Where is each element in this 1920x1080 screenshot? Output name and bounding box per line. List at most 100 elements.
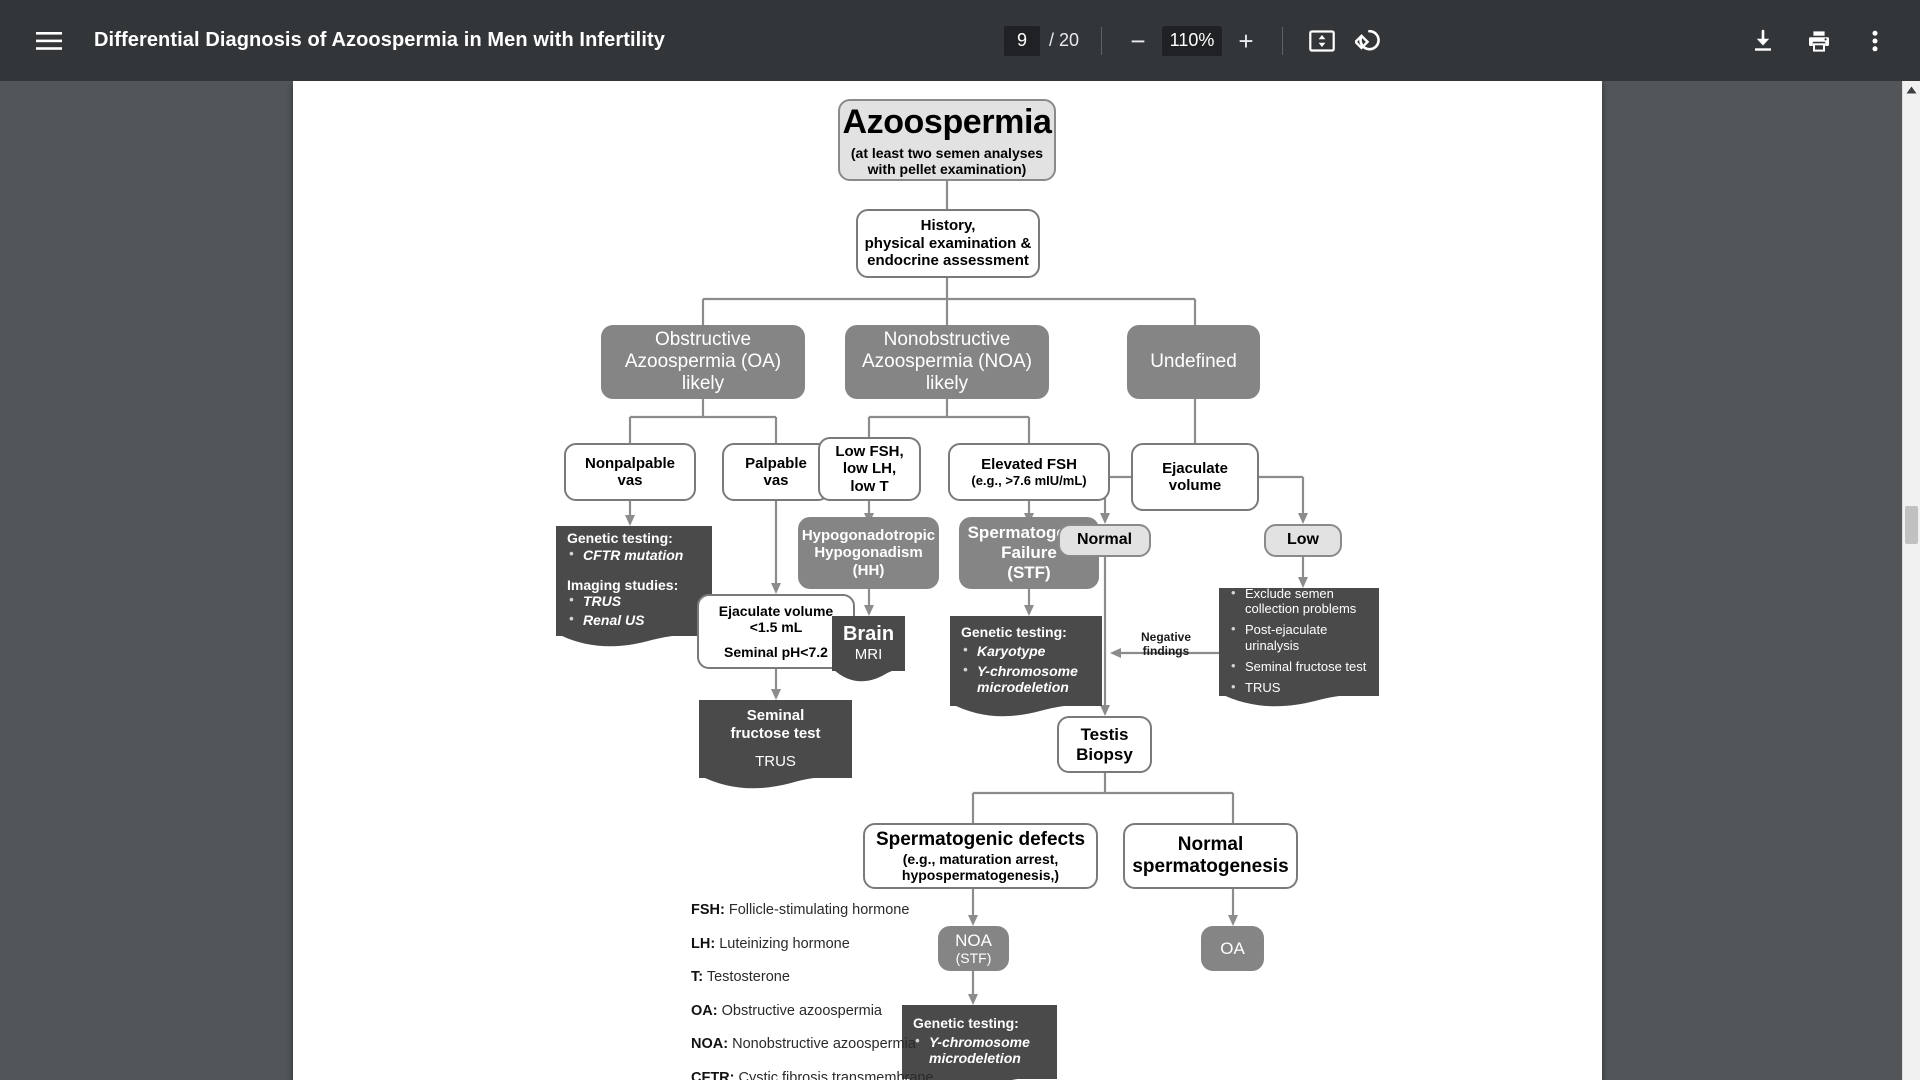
node-hh-line1: Hypogonadotropic <box>801 526 936 544</box>
legend-definition: Nonobstructive azoospermia <box>728 1036 916 1053</box>
print-icon[interactable] <box>1796 18 1842 64</box>
node-nonpalpable-vas-line1: Nonpalpable <box>584 454 675 472</box>
node-seminal-fructose-line1: Seminal <box>746 707 805 725</box>
node-noa-line3: likely <box>925 373 969 395</box>
zoom-level-value[interactable]: 110% <box>1162 25 1223 56</box>
node-noa-line1: Nonobstructive <box>883 328 1011 350</box>
page-total-label: / 20 <box>1048 30 1080 50</box>
legend-definition: Luteinizing hormone <box>715 935 850 952</box>
legend-abbreviation: T: <box>691 969 704 986</box>
legend-definition: Follicle-stimulating hormone <box>724 902 910 918</box>
hamburger-menu-icon[interactable] <box>26 18 72 64</box>
node-genetic-cftr-list1: CFTR mutation <box>567 546 683 566</box>
rotate-icon[interactable] <box>1345 18 1391 64</box>
list-item-line2: urinalysis <box>1245 637 1300 653</box>
edge-label-line1: Negative <box>1140 630 1192 644</box>
pdf-page-canvas: Azoospermia (at least two semen analyses… <box>293 81 1602 1080</box>
node-normal: Normal <box>1058 524 1151 557</box>
node-normal-line1: Normal <box>1076 531 1133 549</box>
list-item-line1: Exclude semen <box>1245 586 1334 602</box>
node-seminal-fructose-line3: TRUS <box>755 753 796 771</box>
zoom-in-button[interactable]: + <box>1226 21 1266 61</box>
node-brain-mri-line1: Brain <box>842 623 895 646</box>
legend-row: OA: Obstructive azoospermia <box>691 1002 981 1021</box>
node-ejaculate-volume: Ejaculate volume <box>1131 443 1259 511</box>
pdf-viewer-area[interactable]: Azoospermia (at least two semen analyses… <box>0 81 1920 1080</box>
zoom-out-button[interactable]: − <box>1118 21 1158 61</box>
node-oa-result: OA <box>1201 926 1264 971</box>
torn-edge-decoration <box>1219 693 1379 707</box>
node-undefined: Undefined <box>1127 325 1260 399</box>
node-low-fsh-line1: Low FSH, <box>835 442 904 460</box>
node-nonpalpable-vas: Nonpalpable vas <box>564 443 696 501</box>
node-history-line1: History, <box>920 217 976 235</box>
node-palpable-vas-line1: Palpable <box>745 454 807 472</box>
node-stf-line2: Failure <box>1001 543 1057 563</box>
legend-row: LH: Luteinizing hormone <box>691 935 981 954</box>
abbreviation-legend: FSH: Follicle-stimulating hormone LH: Lut… <box>691 901 981 1080</box>
page-number-input[interactable] <box>1003 25 1040 56</box>
edge-label-line2: findings <box>1142 643 1190 658</box>
node-sperm-defects-line1: Spermatogenic defects <box>875 828 1086 850</box>
list-item: Karyotype <box>961 642 1078 659</box>
node-seminal-fructose-line2: fructose test <box>730 724 821 742</box>
node-noa-line2: Azoospermia (NOA) <box>862 350 1032 372</box>
zoom-control-group: − 110% + <box>1118 21 1266 61</box>
node-oa-line2: Azoospermia (OA) <box>624 350 782 372</box>
torn-edge-decoration <box>699 775 852 789</box>
legend-abbreviation: OA: <box>691 1002 718 1019</box>
node-palpable-vas: Palpable vas <box>722 443 830 501</box>
node-brain-mri-line2: MRI <box>854 646 883 664</box>
list-item: Exclude semen collection problems <box>1229 585 1366 616</box>
node-genetic-testing-karyotype: Genetic testing: Karyotype Y-chromosome … <box>950 616 1102 717</box>
legend-row: NOA: Nonobstructive azoospermia <box>691 1035 981 1054</box>
node-ejaculate-detail-line3: Seminal pH<7.2 <box>724 644 828 661</box>
list-item-line1: Post-ejaculate <box>1245 622 1328 638</box>
legend-row: CFTR: Cystic fibrosis transmembrane cond… <box>691 1069 981 1080</box>
node-elevated-fsh-line1: Elevated FSH <box>981 455 1077 473</box>
node-testis-biopsy-line1: Testis <box>1080 724 1129 744</box>
fit-to-page-icon[interactable] <box>1299 18 1345 64</box>
list-item: Renal US <box>567 611 644 628</box>
scrollbar-thumb[interactable] <box>1905 506 1918 544</box>
node-ejaculate-detail-line1: Ejaculate volume <box>718 602 834 619</box>
list-item: CFTR mutation <box>567 546 683 563</box>
node-genetic-testing-cftr: Genetic testing: CFTR mutation Imaging s… <box>556 526 712 647</box>
node-history-line3: endocrine assessment <box>867 252 1029 270</box>
node-ejaculate-volume-line1: Ejaculate <box>1162 459 1228 477</box>
node-hypogonadotropic-hypogonadism: Hypogonadotropic Hypogonadism (HH) <box>798 517 939 589</box>
node-sperm-defects-line2: (e.g., maturation arrest, <box>902 850 1059 867</box>
legend-abbreviation: LH: <box>691 935 716 952</box>
node-history-line2: physical examination & <box>864 234 1032 252</box>
node-oa-line3: likely <box>681 373 725 395</box>
node-stf-line3: (STF) <box>1007 562 1051 582</box>
list-item: Y-chromosome microdeletion <box>961 661 1078 695</box>
list-item-line1: Y-chromosome <box>977 662 1078 679</box>
page-navigation-group: / 20 <box>1003 25 1080 56</box>
legend-abbreviation: CFTR: <box>691 1069 735 1080</box>
node-genetic-karyotype-heading: Genetic testing: <box>961 624 1067 641</box>
node-exclude-list: Exclude semen collection problems Post-e… <box>1229 585 1366 697</box>
edge-label-negative-findings: Negative findings <box>1129 630 1203 659</box>
node-low: Low <box>1264 524 1342 557</box>
node-obstructive-azoospermia: Obstructive Azoospermia (OA) likely <box>601 325 805 399</box>
scroll-up-arrow-icon[interactable] <box>1903 81 1920 99</box>
node-genetic-cftr-heading2: Imaging studies: <box>567 576 679 593</box>
node-history: History, physical examination & endocrin… <box>856 209 1040 278</box>
vertical-scrollbar[interactable] <box>1902 81 1920 1080</box>
node-nonobstructive-azoospermia: Nonobstructive Azoospermia (NOA) likely <box>845 325 1049 399</box>
node-elevated-fsh: Elevated FSH (e.g., >7.6 mIU/mL) <box>948 443 1110 501</box>
node-azoospermia-title: Azoospermia <box>842 102 1052 141</box>
node-azoospermia-sub1: (at least two semen analyses <box>850 144 1044 161</box>
download-icon[interactable] <box>1740 18 1786 64</box>
legend-abbreviation: FSH: <box>691 902 725 918</box>
node-oa-line1: Obstructive <box>654 328 752 350</box>
azoospermia-flowchart: Azoospermia (at least two semen analyses… <box>293 81 1602 1080</box>
list-item: Seminal fructose test <box>1229 658 1366 674</box>
node-normal-spermatogenesis-line1: Normal <box>1177 833 1244 855</box>
node-low-line1: Low <box>1287 531 1319 549</box>
list-item: TRUS <box>567 592 644 609</box>
more-options-icon[interactable] <box>1852 18 1898 64</box>
node-palpable-vas-line2: vas <box>763 472 789 489</box>
node-hh-line3: (HH) <box>852 561 885 579</box>
